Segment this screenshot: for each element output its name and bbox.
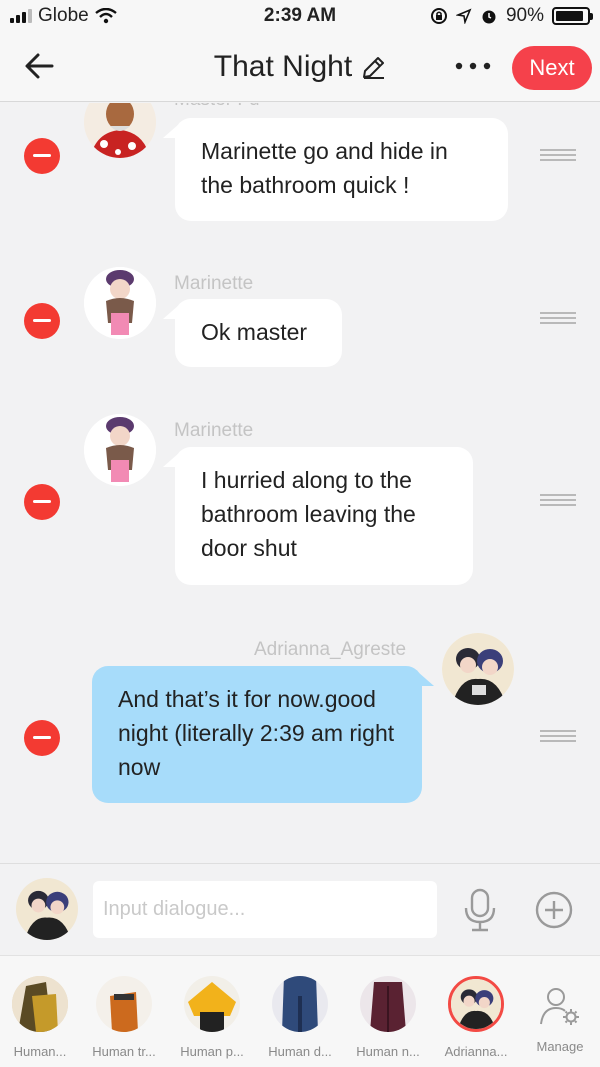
character-label: Human n... (356, 1044, 420, 1059)
character-label: Adrianna... (444, 1044, 508, 1059)
character-avatar (448, 976, 504, 1032)
manage-characters-button[interactable]: Manage (527, 986, 593, 1054)
character-item-selected[interactable]: Adrianna... (438, 976, 514, 1059)
character-item[interactable]: Human tr... (86, 976, 162, 1059)
character-avatar (272, 976, 328, 1032)
plus-circle-icon[interactable] (534, 890, 574, 930)
character-label: Human p... (180, 1044, 244, 1059)
rotation-lock-icon (430, 8, 447, 24)
drag-handle-icon[interactable] (540, 312, 576, 324)
dialogue-bubble[interactable]: And that’s it for now.good night (litera… (92, 666, 434, 803)
dialogue-input-bar (0, 863, 600, 955)
alarm-icon (482, 10, 496, 24)
avatar-adrianna-agreste[interactable] (442, 633, 514, 705)
speaker-name: Adrianna_Agreste (254, 639, 407, 660)
status-bar: Globe 2:39 AM 90% (0, 0, 600, 34)
microphone-icon[interactable] (462, 888, 498, 932)
character-avatar (184, 976, 240, 1032)
remove-line-button[interactable] (24, 138, 60, 174)
avatar-marinette[interactable] (84, 414, 156, 486)
location-icon (455, 8, 472, 24)
speaker-name: Marinette (174, 420, 254, 441)
dialogue-list[interactable]: Master Fu Marinette go and hide in the b… (0, 103, 600, 863)
current-speaker-avatar[interactable] (16, 878, 78, 940)
dialogue-bubble[interactable]: Marinette go and hide in the bathroom qu… (163, 118, 508, 221)
drag-handle-icon[interactable] (540, 730, 576, 742)
remove-line-button[interactable] (24, 303, 60, 339)
dialogue-input[interactable] (93, 881, 437, 938)
avatar-marinette[interactable] (84, 267, 156, 339)
story-title-group[interactable]: That Night (0, 50, 600, 84)
character-item[interactable]: Human d... (262, 976, 338, 1059)
battery-icon (552, 7, 593, 25)
avatar-master-fu[interactable] (84, 103, 156, 158)
speaker-name: Master Fu (174, 103, 260, 111)
dialogue-bubble[interactable]: I hurried along to the bathroom leaving … (163, 447, 473, 585)
remove-line-button[interactable] (24, 720, 60, 756)
character-label: Human tr... (92, 1044, 156, 1059)
character-item[interactable]: Human n... (350, 976, 426, 1059)
battery-percent: 90% (505, 5, 544, 26)
character-label: Human... (13, 1044, 67, 1059)
pencil-icon[interactable] (360, 55, 386, 81)
character-item[interactable]: Human p... (174, 976, 250, 1059)
speaker-name: Marinette (174, 273, 254, 294)
manage-user-gear-icon (540, 988, 579, 1025)
character-item[interactable]: Human... (2, 976, 78, 1059)
status-right: 90% (430, 5, 593, 27)
story-title: That Night (213, 50, 353, 83)
manage-label: Manage (536, 1039, 584, 1054)
character-avatar (12, 976, 68, 1032)
character-avatar (96, 976, 152, 1032)
dialogue-bubble[interactable]: Ok master (163, 299, 342, 367)
next-button[interactable]: Next (512, 46, 592, 90)
character-label: Human d... (268, 1044, 332, 1059)
drag-handle-icon[interactable] (540, 494, 576, 506)
remove-line-button[interactable] (24, 484, 60, 520)
more-dots-icon[interactable] (453, 54, 493, 78)
drag-handle-icon[interactable] (540, 149, 576, 161)
character-strip[interactable]: Human... Human tr... Human p... Human d.… (0, 955, 600, 1067)
character-avatar (360, 976, 416, 1032)
story-header: That Night Next (0, 34, 600, 102)
